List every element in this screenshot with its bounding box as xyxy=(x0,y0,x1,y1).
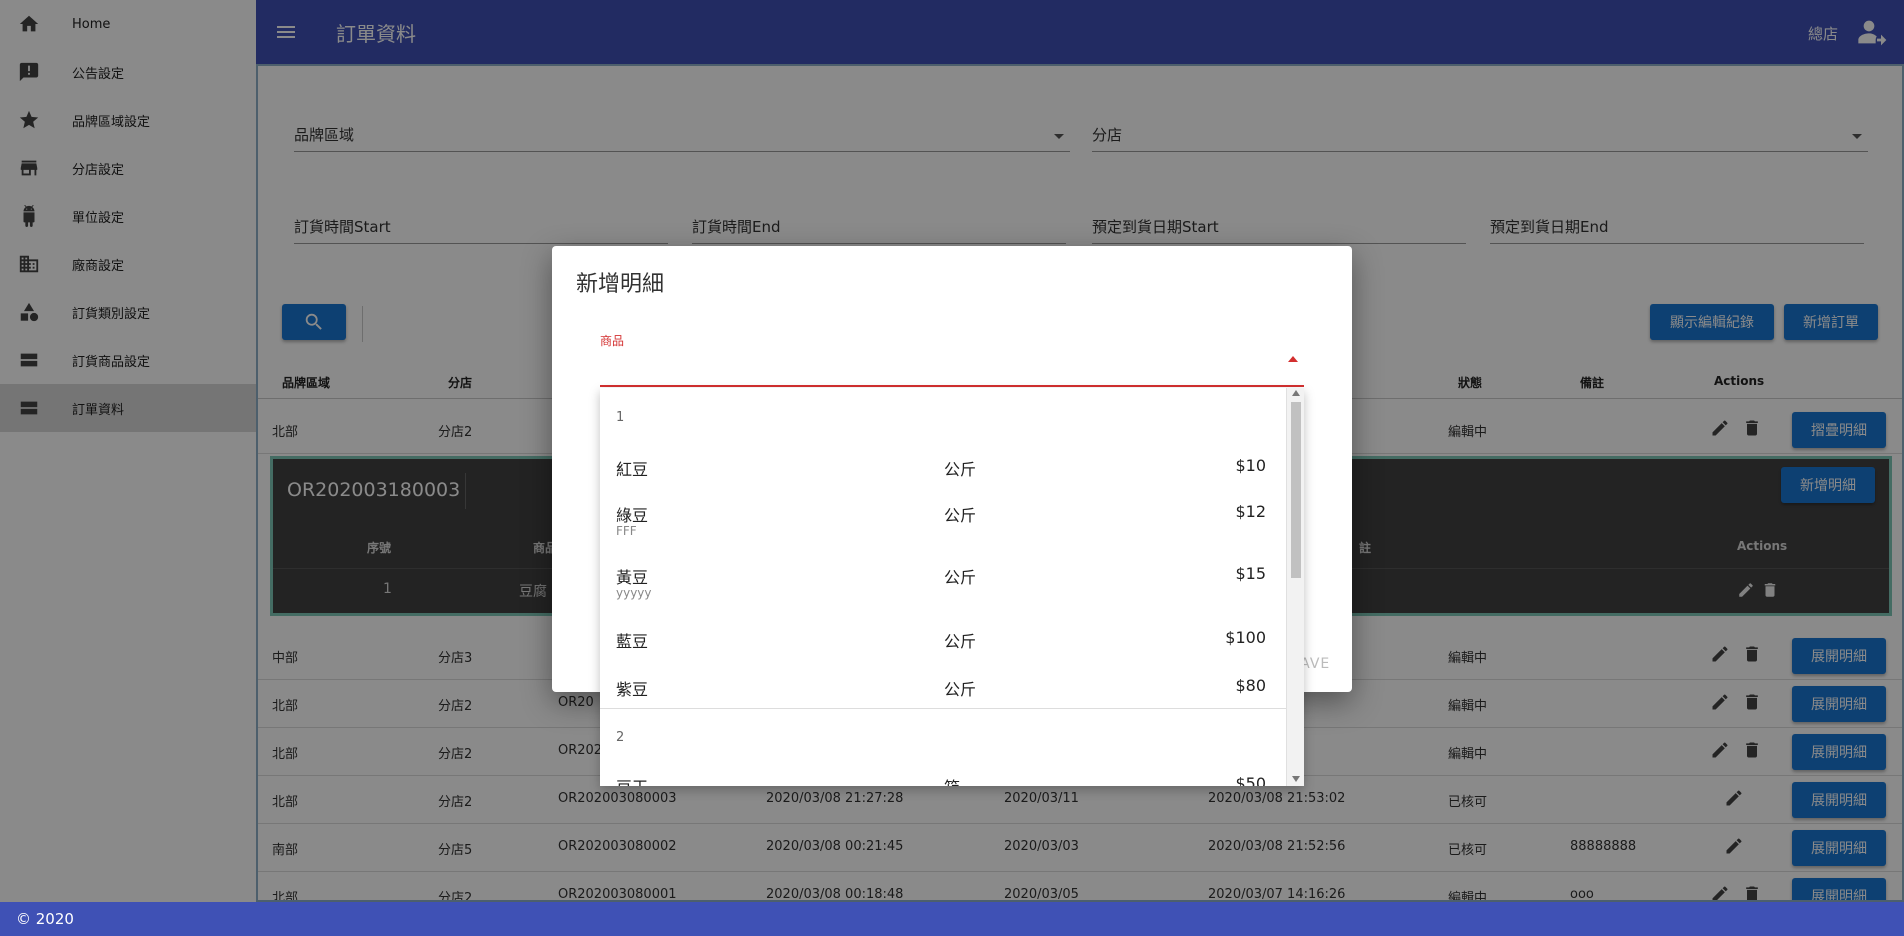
option-unit: 公斤 xyxy=(944,568,977,587)
option-group-divider xyxy=(600,708,1286,709)
dialog-title: 新增明細 xyxy=(576,272,665,297)
dropdown-scrollbar[interactable] xyxy=(1286,388,1304,786)
copyright-text: © 2020 xyxy=(16,910,74,928)
option-unit: 公斤 xyxy=(944,460,977,479)
option-name: 紫豆 xyxy=(616,680,649,699)
option-price: $50 xyxy=(1235,774,1266,786)
option-unit: 公斤 xyxy=(944,506,977,525)
option-unit: 公斤 xyxy=(944,680,977,699)
option-price: $15 xyxy=(1235,564,1266,583)
option-price: $80 xyxy=(1235,676,1266,695)
product-option[interactable]: 豆干 箱 $50 xyxy=(600,774,1286,786)
option-name: 紅豆 xyxy=(616,460,649,479)
option-name: 黃豆 xyxy=(616,568,649,587)
option-name: 豆干 xyxy=(616,774,648,786)
caret-up-icon[interactable] xyxy=(1288,356,1298,362)
product-select-label: 商品 xyxy=(600,334,625,348)
option-unit: 箱 xyxy=(944,774,960,786)
option-price: $12 xyxy=(1235,502,1266,521)
option-name: 綠豆 xyxy=(616,506,649,525)
product-option[interactable]: 紅豆 公斤 $10 xyxy=(600,456,1286,496)
option-description: FFF xyxy=(616,524,637,538)
product-option[interactable]: 綠豆 FFF 公斤 $12 xyxy=(600,502,1286,550)
option-price: $10 xyxy=(1235,456,1266,475)
product-option[interactable]: 紫豆 公斤 $80 xyxy=(600,676,1286,716)
option-name: 藍豆 xyxy=(616,632,649,651)
option-price: $100 xyxy=(1225,628,1266,647)
product-dropdown-menu: 1 紅豆 公斤 $10 綠豆 FFF 公斤 $12 黃豆 yyyyy 公斤 $1… xyxy=(600,388,1304,786)
scroll-down-arrow-icon[interactable] xyxy=(1292,776,1300,782)
product-option[interactable]: 黃豆 yyyyy 公斤 $15 xyxy=(600,564,1286,612)
option-description: yyyyy xyxy=(616,586,652,600)
product-select[interactable] xyxy=(600,385,1304,387)
option-group-header: 1 xyxy=(616,410,625,425)
product-option[interactable]: 藍豆 公斤 $100 xyxy=(600,628,1286,668)
option-group-header: 2 xyxy=(616,730,625,745)
scrollbar-thumb[interactable] xyxy=(1291,402,1301,578)
option-unit: 公斤 xyxy=(944,632,977,651)
scroll-up-arrow-icon[interactable] xyxy=(1292,390,1300,396)
footer: © 2020 xyxy=(0,902,1904,936)
